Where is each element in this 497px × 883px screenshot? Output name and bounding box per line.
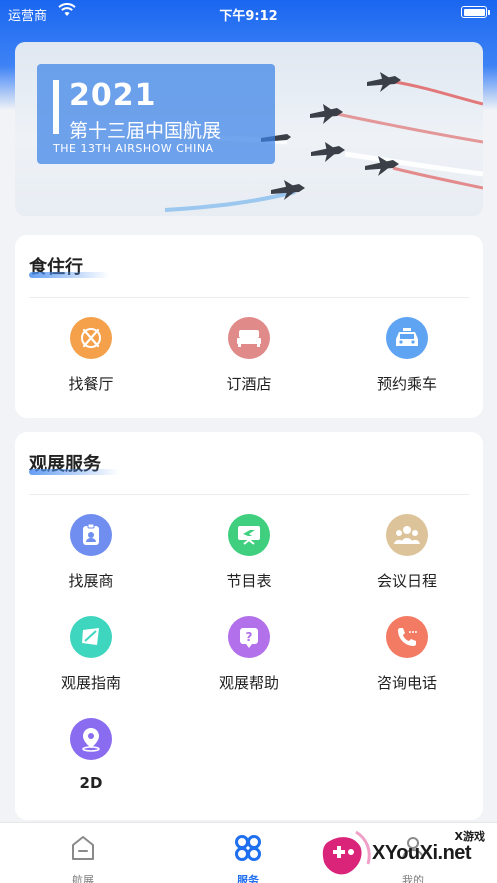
hotel-label: 订酒店 [226, 375, 272, 393]
svg-text:?: ? [246, 630, 253, 644]
section-food-lodging-travel: 食住行 找餐厅 订酒店 预约乘车 [15, 235, 483, 418]
location-pin-icon [70, 718, 112, 760]
taxi-label: 预约乘车 [376, 375, 437, 393]
visit-help-button[interactable]: ? 观展帮助 [179, 616, 319, 693]
airshow-banner[interactable]: 2021 第十三届中国航展 THE 13TH AIRSHOW CHINA [15, 42, 483, 216]
tab-services-label: 服务 [237, 874, 259, 883]
section-divider [29, 297, 469, 298]
meeting-people-icon [386, 514, 428, 556]
section-title-underline [29, 272, 109, 278]
visit-guide-label: 观展指南 [60, 674, 121, 692]
hotel-bed-icon [228, 317, 270, 359]
map-2d-button[interactable]: 2D [21, 718, 161, 792]
tab-airshow-label: 航展 [72, 874, 94, 883]
watermark-text: XYouXi.net [372, 842, 472, 864]
restaurant-label: 找餐厅 [68, 375, 114, 393]
clock-time: 下午9:12 [219, 9, 278, 24]
banner-title-en: THE 13TH AIRSHOW CHINA [53, 142, 214, 155]
services-grid-icon [235, 835, 261, 861]
status-bar: 运营商 下午9:12 [0, 0, 497, 26]
hotline-button[interactable]: 咨询电话 [337, 616, 477, 693]
tab-airshow[interactable]: 航展 [33, 833, 133, 883]
guide-map-icon [70, 616, 112, 658]
gamepad-logo-icon [322, 830, 371, 875]
tab-services[interactable]: 服务 [198, 833, 298, 883]
battery-icon [461, 6, 490, 18]
restaurant-button[interactable]: 找餐厅 [21, 317, 161, 394]
taxi-icon [386, 317, 428, 359]
help-question-icon: ? [228, 616, 270, 658]
schedule-board-icon [228, 514, 270, 556]
section-divider [29, 494, 469, 495]
banner-title-cn: 第十三届中国航展 [69, 120, 222, 142]
section-visitor-services: 观展服务 找展商 节目表 会议日程 观展指南 ? 观展帮助 咨询电话 2D [15, 432, 483, 820]
program-schedule-label: 节目表 [226, 572, 272, 590]
banner-year: 2021 [69, 78, 157, 113]
find-exhibitor-button[interactable]: 找展商 [21, 514, 161, 591]
map-2d-label: 2D [79, 774, 103, 792]
airshow-home-icon [72, 836, 94, 860]
phone-call-icon [386, 616, 428, 658]
exhibitor-badge-icon [70, 514, 112, 556]
meeting-agenda-button[interactable]: 会议日程 [337, 514, 477, 591]
visit-help-label: 观展帮助 [218, 674, 279, 692]
banner-accent-bar [53, 80, 59, 134]
hotel-button[interactable]: 订酒店 [179, 317, 319, 394]
banner-title-card: 2021 第十三届中国航展 THE 13TH AIRSHOW CHINA [37, 64, 275, 164]
taxi-button[interactable]: 预约乘车 [337, 317, 477, 394]
meeting-agenda-label: 会议日程 [376, 572, 437, 590]
restaurant-icon [70, 317, 112, 359]
watermark-logo: X游戏 XYouXi.net [320, 826, 497, 883]
visit-guide-button[interactable]: 观展指南 [21, 616, 161, 693]
hotline-label: 咨询电话 [376, 674, 437, 692]
find-exhibitor-label: 找展商 [68, 572, 114, 590]
section-title-underline [29, 469, 119, 475]
program-schedule-button[interactable]: 节目表 [179, 514, 319, 591]
